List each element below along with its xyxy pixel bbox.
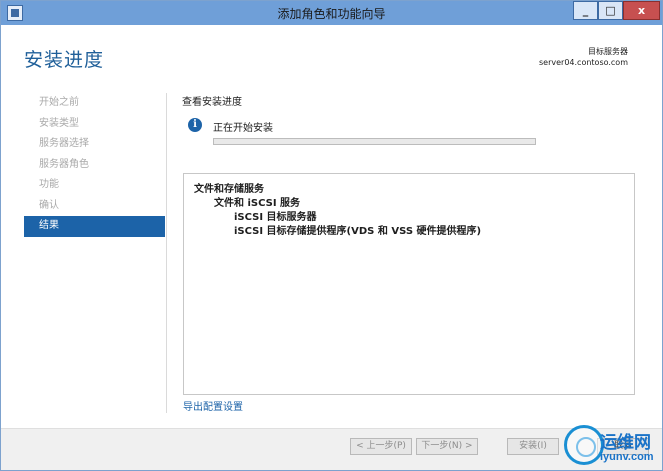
results-panel: 文件和存储服务 文件和 iSCSI 服务 iSCSI 目标服务器 iSCSI 目… <box>183 173 635 395</box>
nav-item-before-you-begin[interactable]: 开始之前 <box>24 93 165 114</box>
install-button[interactable]: 安装(I) <box>507 438 559 455</box>
result-item: iSCSI 目标存储提供程序(VDS 和 VSS 硬件提供程序) <box>234 226 482 237</box>
destination-server-label: 目标服务器 <box>588 47 628 56</box>
minimize-button[interactable]: _ <box>573 1 598 20</box>
watermark-logo: 运维网 iyunv.com <box>564 422 662 470</box>
nav-divider <box>166 93 167 413</box>
section-heading: 查看安装进度 <box>182 97 242 108</box>
nav-item-installation-type[interactable]: 安装类型 <box>24 114 165 135</box>
progress-bar <box>213 138 536 145</box>
next-button[interactable]: 下一步(N) > <box>416 438 478 455</box>
export-configuration-link[interactable]: 导出配置设置 <box>183 398 243 413</box>
nav-item-server-selection[interactable]: 服务器选择 <box>24 134 165 155</box>
nav-item-confirmation[interactable]: 确认 <box>24 196 165 217</box>
title-bar[interactable]: 添加角色和功能向导 _ □ x <box>1 1 662 25</box>
footer-bar: < 上一步(P) 下一步(N) > 安装(I) 取消 <box>1 428 662 470</box>
watermark-title: 运维网 <box>600 433 651 453</box>
watermark-ring-icon <box>564 425 604 465</box>
nav-item-results[interactable]: 结果 <box>24 216 165 237</box>
maximize-button[interactable]: □ <box>598 1 623 20</box>
window-title: 添加角色和功能向导 <box>277 7 386 21</box>
page-title: 安装进度 <box>24 49 105 71</box>
destination-server-name: server04.contoso.com <box>539 58 628 67</box>
result-item: iSCSI 目标服务器 <box>234 212 317 223</box>
wizard-nav: 开始之前 安装类型 服务器选择 服务器角色 功能 确认 结果 <box>24 93 165 237</box>
info-icon: i <box>188 118 202 132</box>
nav-item-features[interactable]: 功能 <box>24 175 165 196</box>
previous-button[interactable]: < 上一步(P) <box>350 438 412 455</box>
watermark-url: iyunv.com <box>600 451 654 463</box>
result-item: 文件和存储服务 <box>194 184 264 195</box>
result-item: 文件和 iSCSI 服务 <box>214 198 301 209</box>
status-text: 正在开始安装 <box>213 123 273 134</box>
nav-item-server-roles[interactable]: 服务器角色 <box>24 155 165 176</box>
wizard-window: 添加角色和功能向导 _ □ x 安装进度 目标服务器 server04.cont… <box>0 0 663 471</box>
close-button[interactable]: x <box>623 1 660 20</box>
